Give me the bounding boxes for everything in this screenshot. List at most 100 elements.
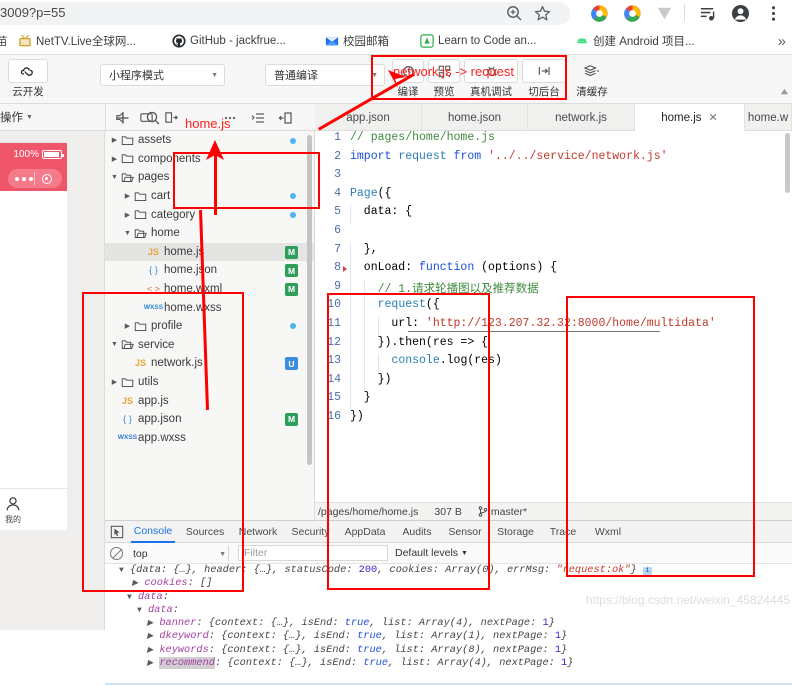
bookmark-item-4[interactable]: Learn to Code an...: [420, 32, 536, 50]
console-levels-select[interactable]: Default levels ▼: [395, 547, 468, 559]
debug-panel-icon[interactable]: [278, 110, 294, 126]
bookmarks-overflow-button[interactable]: »: [778, 33, 786, 50]
chrome-menu-icon[interactable]: [764, 4, 783, 23]
breakpoint-marker-icon[interactable]: [343, 266, 347, 273]
chrome-profile-circle-icon-2[interactable]: [623, 4, 642, 23]
file-tree[interactable]: ▶ assets ▶ components ▼ pages ▶ cart ▶ category ▼ h…: [105, 131, 315, 520]
bookmark-item-1[interactable]: NetTV.Live全球网...: [18, 32, 136, 50]
code-line[interactable]: 2 import request from '../../service/netw…: [315, 150, 792, 169]
collapse-all-icon[interactable]: [250, 110, 266, 126]
file-tree-row[interactable]: WXSS app.wxss: [105, 429, 314, 448]
expand-arrow-icon[interactable]: ▶: [147, 659, 153, 668]
reading-list-icon[interactable]: [698, 4, 717, 23]
bookmark-item-5[interactable]: 创建 Android 项目...: [575, 32, 695, 50]
devtools-tab-console[interactable]: Console: [131, 521, 175, 543]
chevron-down-icon[interactable]: ▼: [122, 230, 133, 237]
chevron-right-icon[interactable]: ▶: [122, 192, 133, 200]
zoom-icon[interactable]: [505, 4, 524, 23]
chevron-right-icon[interactable]: ▶: [122, 322, 133, 330]
log-line-4[interactable]: ▶ banner: {context: {…}, isEnd: true, li…: [105, 617, 792, 630]
code-line[interactable]: 4 Page({: [315, 187, 792, 206]
more-icon[interactable]: [222, 110, 238, 126]
code-line[interactable]: 9 // 1.请求轮播图以及推荐数据: [315, 279, 792, 299]
tab-app-json[interactable]: app.json: [315, 104, 422, 131]
file-tree-row[interactable]: JS home.js M: [105, 242, 314, 262]
scroll-up-arrow-icon[interactable]: [780, 85, 789, 95]
log-line-5[interactable]: ▶ dkeyword: {context: {…}, isEnd: true, …: [105, 630, 792, 643]
file-tree-row[interactable]: ▶ cart: [105, 187, 314, 206]
preview-button[interactable]: 预览: [428, 59, 460, 99]
clear-cache-button[interactable]: 清缓存: [572, 59, 612, 99]
file-tree-scrollbar[interactable]: [307, 135, 312, 465]
log-line-6[interactable]: ▶ keywords: {context: {…}, isEnd: true, …: [105, 644, 792, 657]
devtools-tab-sensor[interactable]: Sensor: [444, 521, 486, 543]
expand-arrow-icon[interactable]: ▶: [132, 579, 138, 588]
file-tree-row[interactable]: ▶ assets: [105, 131, 314, 150]
status-branch[interactable]: master*: [478, 506, 527, 518]
expand-arrow-icon[interactable]: ▼: [137, 606, 142, 615]
operation-menu[interactable]: 操作 ▼: [0, 109, 33, 125]
cloud-dev-button[interactable]: 云开发: [8, 59, 48, 101]
chevron-right-icon[interactable]: ▶: [122, 211, 133, 219]
file-tree-row[interactable]: { } home.json M: [105, 261, 314, 280]
expand-arrow-icon[interactable]: ▼: [127, 593, 132, 602]
file-tree-row[interactable]: ▶ components: [105, 150, 314, 169]
inspect-cursor-icon[interactable]: [110, 525, 124, 539]
file-tree-row[interactable]: ▼ service: [105, 336, 314, 355]
bookmark-item-3[interactable]: 校园邮箱: [325, 32, 389, 50]
code-line[interactable]: 7 },: [315, 242, 792, 262]
file-tree-row[interactable]: ▶ category: [105, 205, 314, 224]
capsule-button[interactable]: [8, 169, 62, 188]
download-chevron-icon[interactable]: [655, 4, 674, 23]
device-debug-button[interactable]: 真机调试: [464, 59, 518, 99]
log-line-3[interactable]: ▼ data:: [105, 604, 792, 617]
code-line[interactable]: 12 }).then(res => {: [315, 335, 792, 355]
file-tree-row[interactable]: ▼ home: [105, 224, 314, 243]
code-line[interactable]: 1 // pages/home/home.js: [315, 131, 792, 150]
code-line[interactable]: 6: [315, 224, 792, 243]
devtools-tab-storage[interactable]: Storage: [493, 521, 538, 543]
close-icon[interactable]: ✕: [709, 111, 718, 124]
devtools-tab-appdata[interactable]: AppData: [340, 521, 390, 543]
log-line-1[interactable]: ▶ cookies: []: [105, 577, 792, 590]
code-line[interactable]: 3: [315, 168, 792, 187]
chrome-profile-circle-icon[interactable]: [590, 4, 609, 23]
code-line[interactable]: 15 }: [315, 391, 792, 410]
chevron-down-icon[interactable]: ▼: [109, 174, 120, 181]
tab-home-js[interactable]: home.js ✕: [635, 104, 745, 131]
console-context-select[interactable]: top ▼: [133, 547, 226, 561]
address-bar-text[interactable]: 3009?p=55: [0, 4, 250, 22]
editor-panel-icon[interactable]: [164, 110, 180, 126]
chevron-right-icon[interactable]: ▶: [109, 378, 120, 386]
compile-button[interactable]: 编译: [392, 59, 424, 99]
code-line[interactable]: 16}): [315, 410, 792, 429]
bookmark-item-0[interactable]: 苗: [0, 32, 8, 50]
tab-home-wxml[interactable]: home.w: [745, 104, 792, 131]
code-scrollbar[interactable]: [785, 133, 790, 193]
console-filter-input[interactable]: Filter: [238, 545, 388, 561]
compile-select[interactable]: 普通编译 ▼: [265, 64, 385, 86]
console-output[interactable]: ▼ {data: {…}, header: {…}, statusCode: 2…: [105, 564, 792, 686]
chevron-down-icon[interactable]: ▼: [109, 341, 120, 348]
background-switch-button[interactable]: 切后台: [522, 59, 566, 99]
tab-home-json[interactable]: home.json: [422, 104, 528, 131]
file-tree-row[interactable]: < > home.wxml M: [105, 280, 314, 299]
log-line-2[interactable]: ▼ data:: [105, 591, 792, 604]
add-icon[interactable]: [115, 110, 131, 126]
phone-tabbar[interactable]: 我的: [0, 488, 67, 530]
code-line[interactable]: 13 console.log(res): [315, 354, 792, 373]
devtools-tab-network[interactable]: Network: [235, 521, 281, 543]
bookmark-item-2[interactable]: GitHub - jackfrue...: [172, 32, 286, 50]
capsule-close-icon[interactable]: [42, 173, 52, 184]
phone-content-area[interactable]: [0, 191, 67, 488]
account-avatar-icon[interactable]: [731, 4, 750, 23]
file-tree-row[interactable]: ▶ profile: [105, 317, 314, 336]
file-tree-row[interactable]: JS network.js U: [105, 354, 314, 373]
devtools-tab-security[interactable]: Security: [288, 521, 333, 543]
tab-network-js[interactable]: network.js: [528, 104, 635, 131]
log-line-7[interactable]: ▶ recommend: {context: {…}, isEnd: true,…: [105, 657, 792, 670]
code-line[interactable]: 14 }): [315, 372, 792, 392]
code-editor[interactable]: 1 // pages/home/home.js 2 import request fr…: [315, 131, 792, 502]
code-line[interactable]: 10 request({: [315, 298, 792, 317]
chevron-right-icon[interactable]: ▶: [109, 136, 120, 144]
